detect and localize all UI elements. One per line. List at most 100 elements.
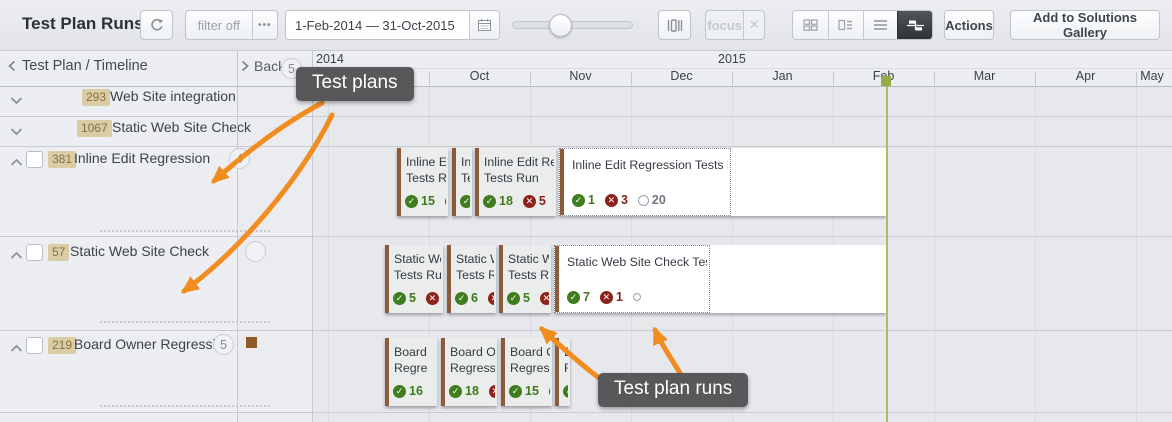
filter-group: filter off ••• — [185, 10, 278, 40]
left-panel-header[interactable]: Test Plan / Timeline — [8, 58, 148, 74]
collapse-chevron-icon[interactable] — [10, 123, 23, 141]
result-fail: ✕ — [444, 194, 446, 208]
result-pass: ✓ 15 — [509, 384, 539, 398]
test-plan-title[interactable]: Board Owner Regression — [74, 336, 231, 352]
row-separator — [0, 146, 1172, 147]
date-range-group: 1-Feb-2014 — 31-Oct-2015 — [285, 10, 500, 40]
refresh-button[interactable] — [140, 10, 173, 40]
passed-icon: ✓ — [393, 384, 406, 398]
backlog-divider[interactable] — [312, 50, 313, 422]
row-resize-hint[interactable] — [100, 230, 270, 232]
test-plans-annotation: Test plans — [296, 67, 414, 101]
failed-icon: ✕ — [487, 291, 494, 305]
failed-icon: ✕ — [444, 194, 446, 208]
test-plan-run-card[interactable]: Static We Tests Rur ✓5 ✕2 — [385, 245, 443, 313]
result-count: 20 — [651, 193, 666, 207]
expand-chevron-icon[interactable] — [10, 340, 23, 358]
passed-icon: ✓ — [393, 291, 406, 305]
month-tick — [732, 72, 733, 85]
expand-chevron-icon[interactable] — [10, 154, 23, 172]
slider-track[interactable] — [512, 21, 633, 29]
test-plan-runs-app: Test Plan Runs filter off ••• 1-Feb-2014… — [0, 0, 1172, 422]
result-count: 18 — [499, 194, 513, 208]
test-plan-title[interactable]: Inline Edit Regression — [74, 150, 210, 166]
test-plan-title[interactable]: Static Web Site Check — [70, 243, 209, 259]
page-title: Test Plan Runs — [22, 14, 144, 33]
view-timeline-button[interactable] — [897, 11, 932, 39]
run-results: ✓5 ✕2 — [393, 291, 441, 305]
run-count-badge: 5 — [213, 334, 234, 355]
month-tick — [530, 72, 531, 85]
filter-toggle-button[interactable]: filter off — [186, 11, 252, 39]
test-plan-run-card[interactable]: Inline Edit Regression Tests Run ✓1 ✕3 20 — [559, 148, 731, 216]
card-type-stripe — [385, 338, 389, 406]
add-to-solutions-gallery-button[interactable]: Add to Solutions Gallery — [1010, 10, 1160, 40]
test-plan-title[interactable]: Web Site integration — [110, 88, 236, 104]
result-count: 1 — [615, 290, 623, 304]
filter-more-button[interactable]: ••• — [251, 11, 277, 39]
calendar-button[interactable] — [469, 11, 499, 39]
result-pass: ✓ 6 — [455, 291, 478, 305]
year-underline — [312, 68, 1172, 69]
test-plan-run-card[interactable]: Board Regre ✓ 16 — [385, 338, 437, 406]
run-results: ✓5 ✕1 — [507, 291, 549, 305]
expand-chevron-icon[interactable] — [10, 247, 23, 265]
today-line — [886, 84, 888, 422]
passed-icon: ✓ — [455, 291, 468, 305]
month-grid-line — [1136, 86, 1137, 422]
test-plan-run-card[interactable]: Board O Regress ✓15 ✕ — [501, 338, 552, 406]
test-plan-run-card[interactable]: BR ✓ — [555, 338, 570, 406]
result-count: 5 — [523, 291, 530, 305]
view-detail-button[interactable] — [827, 11, 863, 39]
result-count: 3 — [620, 193, 628, 207]
left-panel-title: Test Plan / Timeline — [22, 58, 148, 74]
test-plan-run-card[interactable]: Static We Tests Rur ✓5 ✕1 — [499, 245, 551, 313]
view-list-button[interactable] — [862, 11, 898, 39]
slider-handle[interactable] — [549, 14, 572, 37]
card-type-stripe — [397, 148, 401, 216]
result-fail: ✕1 — [599, 290, 623, 304]
row-resize-hint[interactable] — [100, 405, 270, 407]
focus-button[interactable]: focus — [706, 11, 743, 39]
result-count: 16 — [409, 384, 423, 398]
row-resize-hint[interactable] — [100, 321, 270, 323]
run-card-name: Inl Te — [461, 154, 470, 186]
passed-icon: ✓ — [405, 194, 418, 208]
actions-button[interactable]: Actions — [944, 10, 994, 40]
backlog-item-marker[interactable] — [246, 337, 257, 348]
result-pass: ✓ 7 — [567, 290, 590, 304]
passed-icon: ✓ — [483, 194, 496, 208]
timeline-zoom-slider[interactable] — [512, 14, 633, 37]
run-results: ✓15 ✕ — [509, 384, 550, 398]
date-range-input[interactable]: 1-Feb-2014 — 31-Oct-2015 — [286, 11, 470, 39]
run-card-name-line: Static W — [456, 252, 494, 266]
month-grid-line — [328, 86, 329, 422]
test-plan-run-card[interactable]: Inline Ed Tests Ru ✓15 ✕ — [397, 148, 448, 216]
month-label-may: May — [1140, 69, 1164, 83]
test-plan-checkbox[interactable] — [26, 151, 43, 168]
test-plan-title[interactable]: Static Web Site Check — [112, 119, 251, 135]
test-plan-checkbox[interactable] — [26, 337, 43, 354]
view-board-button[interactable] — [793, 11, 828, 39]
test-plan-run-card[interactable]: Inline Edit RegrTests Run✓18✕51 — [475, 148, 556, 216]
result-count: 6 — [471, 291, 478, 305]
focus-close-button[interactable]: ✕ — [743, 11, 764, 39]
run-card-name-line: Tests Rur — [508, 268, 549, 282]
collapse-chevron-icon[interactable] — [10, 92, 23, 110]
test-plan-run-card[interactable]: Inl Te ✓ — [452, 148, 472, 216]
month-tick — [1136, 72, 1137, 85]
run-card-name-line: Tests Ru — [456, 268, 494, 282]
result-count: 1 — [588, 193, 595, 207]
result-open-small — [632, 293, 641, 301]
test-plan-run-card[interactable]: Static W Tests Ru ✓6 ✕ — [447, 245, 496, 313]
run-card-name: Static We Tests Rur — [508, 251, 549, 283]
test-plan-run-card[interactable]: Board Ow Regressio ✓18 ✕5 — [441, 338, 497, 406]
not-run-icon — [637, 194, 649, 206]
panel-divider[interactable] — [237, 50, 238, 422]
test-plan-checkbox[interactable] — [26, 244, 43, 261]
test-plan-run-card[interactable]: Static Web Site Check Tests Run ✓7 ✕1 — [554, 245, 710, 313]
test-plan-id-badge: 381 — [48, 151, 77, 168]
expand-backlog-chevron-icon — [241, 60, 249, 72]
collapse-columns-button[interactable] — [658, 10, 691, 40]
run-results: ✓18 ✕5 — [449, 384, 495, 398]
